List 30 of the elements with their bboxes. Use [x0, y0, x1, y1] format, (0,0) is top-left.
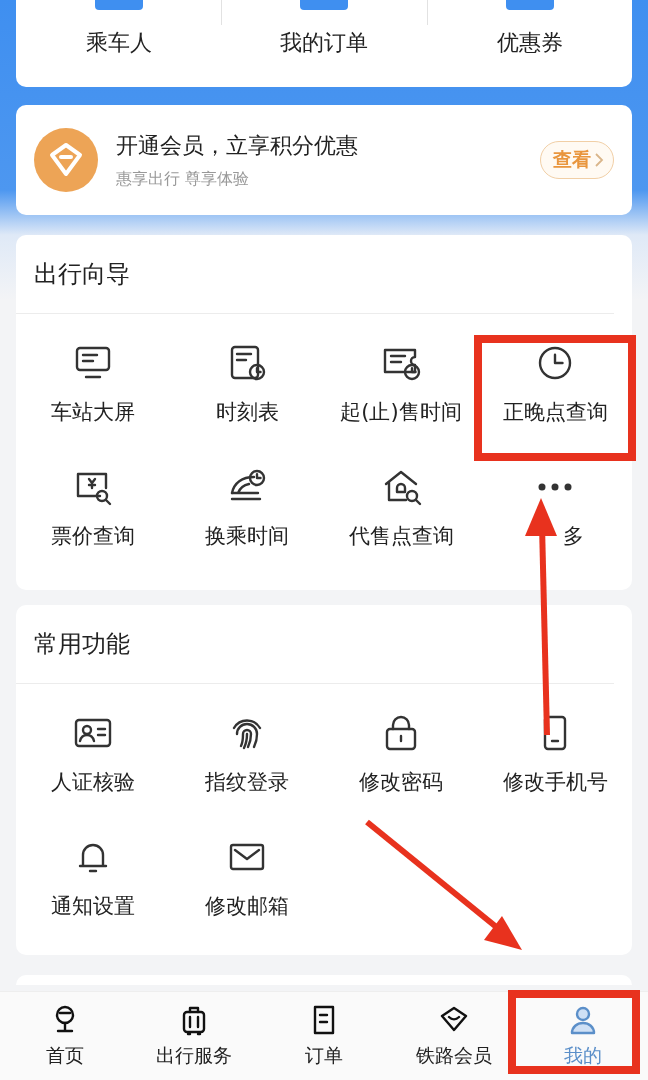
- tab[interactable]: 订单: [259, 992, 389, 1080]
- menu-label[interactable]: 指纹登录: [205, 768, 289, 796]
- menu-label[interactable]: 换乘时间: [205, 522, 289, 550]
- banner-title: 开通会员，立享积分优惠: [116, 131, 359, 160]
- tab[interactable]: 首页: [0, 992, 130, 1080]
- menu-label[interactable]: 修改邮箱: [205, 892, 289, 920]
- menu-label[interactable]: 修改密码: [359, 768, 443, 796]
- tab[interactable]: 出行服务: [129, 992, 260, 1080]
- menu-label[interactable]: 起(止)售时间: [340, 398, 462, 426]
- banner-subtitle: 惠享出行 尊享体验: [116, 168, 251, 190]
- menu-label[interactable]: 车站大屏: [51, 398, 135, 426]
- shortcut-icon[interactable]: [505, 0, 554, 10]
- menu-label[interactable]: 修改手机号: [502, 768, 608, 796]
- shortcut-label[interactable]: 优惠券: [496, 28, 563, 58]
- section-title: 出行向导: [34, 259, 130, 290]
- section-title: 常用功能: [34, 629, 130, 660]
- menu-label[interactable]: 时刻表: [215, 398, 279, 426]
- tab[interactable]: 铁路会员: [388, 992, 519, 1080]
- menu-label[interactable]: 正晚点查询: [502, 398, 608, 426]
- diamond-badge-icon: [34, 128, 98, 192]
- shortcut-icon[interactable]: [94, 0, 143, 10]
- menu-label[interactable]: 票价查询: [51, 522, 135, 550]
- menu-label[interactable]: 代售点查询: [348, 522, 454, 550]
- menu-label[interactable]: 通知设置: [51, 892, 135, 920]
- shortcut-label[interactable]: 乘车人: [85, 28, 152, 58]
- shortcut-label[interactable]: 我的订单: [280, 28, 369, 58]
- chevron-icon: [593, 151, 605, 169]
- menu-label[interactable]: 多: [562, 522, 584, 550]
- shortcut-icon[interactable]: [300, 0, 349, 10]
- menu-label[interactable]: 人证核验: [51, 768, 135, 796]
